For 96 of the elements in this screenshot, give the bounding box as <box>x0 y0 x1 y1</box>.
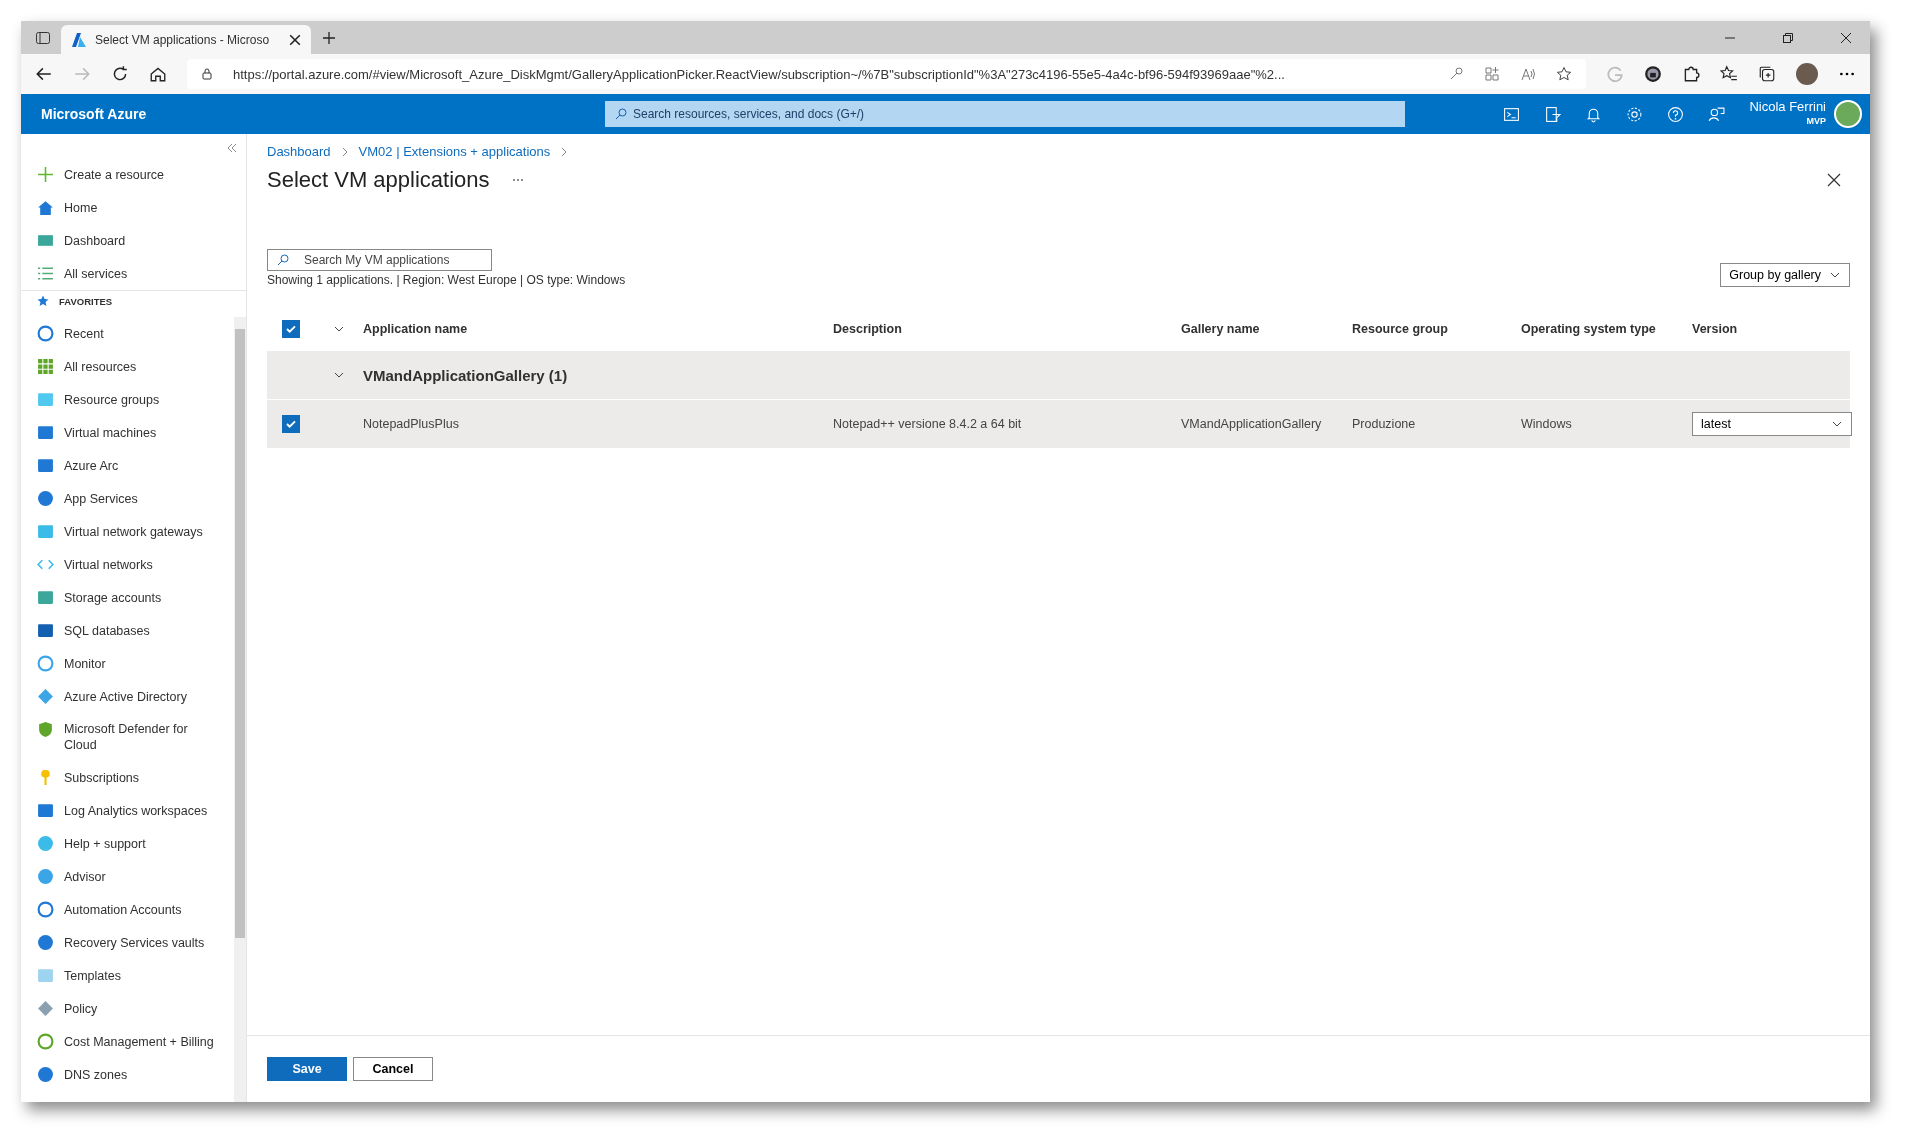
star-icon <box>37 295 49 307</box>
clock-icon <box>37 325 54 342</box>
sidebar-item[interactable]: Azure Active Directory <box>21 680 234 713</box>
sidebar-item[interactable]: Recent <box>21 317 234 350</box>
sidebar-item[interactable]: Automation Accounts <box>21 893 234 926</box>
restore-icon[interactable] <box>1782 31 1794 44</box>
breadcrumb-link[interactable]: VM02 | Extensions + applications <box>358 144 551 159</box>
sidebar-item[interactable]: Create a resource <box>21 158 246 191</box>
table-cell: Windows <box>1521 417 1572 431</box>
close-icon[interactable] <box>1826 172 1842 188</box>
column-header[interactable]: Description <box>833 322 902 336</box>
column-header[interactable]: Gallery name <box>1181 322 1260 336</box>
diamond-icon <box>37 688 54 705</box>
read-aloud-icon[interactable] <box>1520 66 1536 82</box>
list-icon <box>37 265 54 282</box>
user-name[interactable]: Nicola Ferrini <box>1749 100 1826 114</box>
avatar[interactable] <box>1834 100 1862 128</box>
home-icon[interactable] <box>149 65 167 83</box>
sidebar-item[interactable]: Advisor <box>21 860 234 893</box>
star-icon[interactable] <box>1556 66 1572 82</box>
column-header[interactable]: Resource group <box>1352 322 1448 336</box>
house-icon <box>37 199 54 216</box>
refresh-icon[interactable] <box>111 65 129 83</box>
key-icon[interactable] <box>1448 66 1464 82</box>
scrollbar[interactable] <box>234 317 246 1102</box>
sidebar-item[interactable]: Home <box>21 191 246 224</box>
checkbox[interactable] <box>282 415 300 433</box>
plus-icon <box>37 166 54 183</box>
save-button[interactable]: Save <box>267 1057 347 1081</box>
group-row[interactable]: VMandApplicationGallery (1) <box>267 351 1850 400</box>
settings-icon[interactable] <box>1626 105 1644 123</box>
shield-icon <box>37 721 54 738</box>
page-title: Select VM applications <box>267 167 490 193</box>
sidebar-item[interactable]: Microsoft Defender for Cloud <box>21 713 234 761</box>
search-icon <box>277 254 289 266</box>
puzzle-icon[interactable] <box>1682 65 1700 83</box>
sidebar-item[interactable]: Help + support <box>21 827 234 860</box>
sidebar-item[interactable]: All services <box>21 257 246 290</box>
terminal-icon[interactable] <box>1503 105 1521 123</box>
column-header[interactable]: Version <box>1692 322 1738 336</box>
sidebar-item[interactable]: Virtual networks <box>21 548 234 581</box>
sidebar-item[interactable]: Cost Management + Billing <box>21 1025 234 1058</box>
portal-brand[interactable]: Microsoft Azure <box>41 106 581 122</box>
cancel-button[interactable]: Cancel <box>353 1057 433 1081</box>
sidebar-item[interactable]: Dashboard <box>21 224 246 257</box>
sidebar-item[interactable]: Azure Arc <box>21 449 234 482</box>
breadcrumb-link[interactable]: Dashboard <box>267 144 331 159</box>
sidebar-item[interactable]: SQL databases <box>21 614 234 647</box>
sidebar-item[interactable]: Virtual machines <box>21 416 234 449</box>
avatar[interactable] <box>1796 63 1818 85</box>
help-icon[interactable] <box>1667 105 1685 123</box>
group-name: VMandApplicationGallery (1) <box>363 366 568 384</box>
search-field[interactable]: Search resources, services, and docs (G+/) <box>605 101 1405 127</box>
sidebar-item[interactable]: DNS zones <box>21 1058 234 1091</box>
sidebar-item[interactable]: Virtual network gateways <box>21 515 234 548</box>
sidebar-item[interactable]: Monitor <box>21 647 234 680</box>
tab-title: Select VM applications - Microso <box>95 32 271 47</box>
sidebar-item[interactable]: Storage accounts <box>21 581 234 614</box>
table-cell: VMandApplicationGallery <box>1181 417 1322 431</box>
sidebar-item[interactable]: Subscriptions <box>21 761 234 794</box>
apps-icon[interactable] <box>1484 66 1500 82</box>
section-heading: FAVORITES <box>59 295 113 307</box>
filter-icon[interactable] <box>1544 105 1562 123</box>
new-tab-icon[interactable] <box>321 29 337 46</box>
sidebar-item[interactable]: Log Analytics workspaces <box>21 794 234 827</box>
sidebar-item[interactable]: Recovery Services vaults <box>21 926 234 959</box>
table-cell: Notepad++ versione 8.4.2 a 64 bit <box>833 417 1022 431</box>
favorites-icon[interactable] <box>1720 65 1738 83</box>
collections-icon[interactable] <box>1758 65 1776 83</box>
version-dropdown[interactable]: latest <box>1692 412 1852 436</box>
feedback-icon[interactable] <box>1708 105 1726 123</box>
collapse-icon[interactable] <box>226 142 238 154</box>
azure-logo-icon <box>71 31 87 48</box>
user-status-label: MVP <box>1806 115 1826 128</box>
sidebar-item[interactable]: Templates <box>21 959 234 992</box>
group-by-dropdown[interactable]: Group by gallery <box>1720 263 1850 287</box>
table-row[interactable]: NotepadPlusPlus Notepad++ versione 8.4.2 a 64 bit VMandApplicationGallery Produzione Windows latest <box>267 400 1850 448</box>
column-header[interactable]: Application name <box>363 322 468 336</box>
address-bar[interactable]: https://portal.azure.com/#view/Microsoft_Azure_DiskMgmt/GalleryApplicationPicker.ReactView/subscription~/%7B"subscriptionId"%3A"273c4196-55e5-4a4c-bf96-594f93969aae"%2... <box>187 59 1586 89</box>
table-cell: Produzione <box>1352 417 1416 431</box>
results-summary: Showing 1 applications. | Region: West Europe | OS type: Windows <box>267 273 626 287</box>
tab-actions-icon[interactable] <box>35 29 51 46</box>
sidebar-item[interactable]: All resources <box>21 350 234 383</box>
browser-tab[interactable]: Select VM applications - Microso <box>61 25 311 54</box>
checkbox[interactable] <box>282 320 300 338</box>
sidebar-item[interactable]: Resource groups <box>21 383 234 416</box>
search-field[interactable]: Search My VM applications <box>267 249 492 271</box>
sidebar-item[interactable]: Policy <box>21 992 234 1025</box>
grid-icon <box>37 358 54 375</box>
close-icon[interactable] <box>1840 31 1852 44</box>
search-icon <box>615 108 627 120</box>
table-cell: NotepadPlusPlus <box>363 417 459 431</box>
back-arrow-icon[interactable] <box>35 65 53 83</box>
sidebar-item[interactable]: App Services <box>21 482 234 515</box>
column-header[interactable]: Operating system type <box>1521 322 1656 336</box>
close-icon[interactable] <box>289 33 301 46</box>
